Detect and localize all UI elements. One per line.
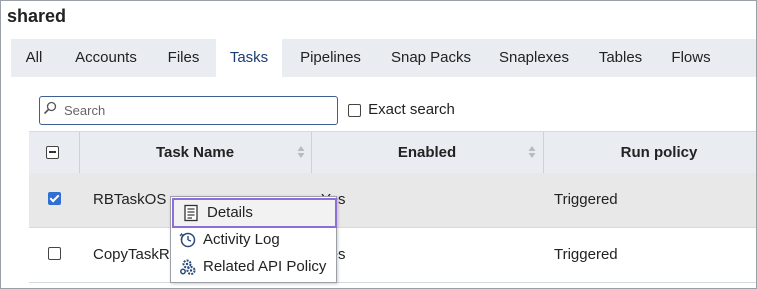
search-icon — [43, 101, 57, 115]
search-box — [39, 96, 338, 125]
task-name-cell[interactable]: RBTaskOS — [93, 191, 166, 208]
document-icon — [184, 204, 198, 222]
tab-snap-packs[interactable]: Snap Packs — [387, 39, 475, 77]
menu-item-details[interactable]: Details — [172, 198, 337, 228]
menu-item-label: Related API Policy — [203, 258, 327, 275]
exact-search-checkbox[interactable] — [348, 103, 361, 117]
tab-pipelines[interactable]: Pipelines — [294, 39, 367, 77]
page-title: shared — [7, 6, 67, 26]
tab-all[interactable]: All — [19, 39, 49, 77]
column-header-task-name[interactable]: Task Name — [79, 132, 311, 173]
table-row[interactable]: CopyTaskRe Yes Triggered — [29, 228, 756, 283]
sort-icon[interactable] — [528, 145, 536, 159]
tab-snaplexes[interactable]: Snaplexes — [493, 39, 575, 77]
menu-item-label: Activity Log — [203, 231, 280, 248]
column-header-enabled[interactable]: Enabled — [311, 132, 543, 173]
menu-item-label: Details — [207, 204, 253, 221]
context-menu: Details Activity Log Related API Policy — [170, 196, 337, 283]
row-checkbox[interactable] — [48, 192, 61, 205]
activity-log-icon — [179, 232, 196, 248]
tab-tables[interactable]: Tables — [594, 39, 647, 77]
task-name-cell[interactable]: CopyTaskRe — [93, 246, 178, 263]
search-input[interactable] — [64, 100, 329, 120]
tab-files[interactable]: Files — [161, 39, 206, 77]
run-policy-cell: Triggered — [554, 246, 618, 263]
tab-flows[interactable]: Flows — [668, 39, 714, 77]
policy-gear-icon — [180, 259, 196, 275]
exact-search-option[interactable]: Exact search — [348, 101, 455, 118]
run-policy-cell: Triggered — [554, 191, 618, 208]
select-all-checkbox[interactable] — [46, 146, 59, 159]
menu-item-related-api-policy[interactable]: Related API Policy — [171, 254, 336, 280]
exact-search-label: Exact search — [368, 101, 455, 118]
table-header: Task Name Enabled Run policy — [29, 131, 756, 174]
column-header-run-policy[interactable]: Run policy — [543, 132, 756, 173]
app-frame: shared All Accounts Files Tasks Pipeline… — [0, 0, 757, 289]
tab-bar: All Accounts Files Tasks Pipelines Snap … — [11, 39, 756, 79]
tab-tasks[interactable]: Tasks — [216, 39, 282, 79]
tab-accounts[interactable]: Accounts — [66, 39, 146, 77]
sort-icon[interactable] — [297, 145, 305, 159]
table-row[interactable]: RBTaskOS Yes Triggered — [29, 173, 756, 228]
row-checkbox[interactable] — [48, 247, 61, 260]
menu-item-activity-log[interactable]: Activity Log — [171, 227, 336, 253]
